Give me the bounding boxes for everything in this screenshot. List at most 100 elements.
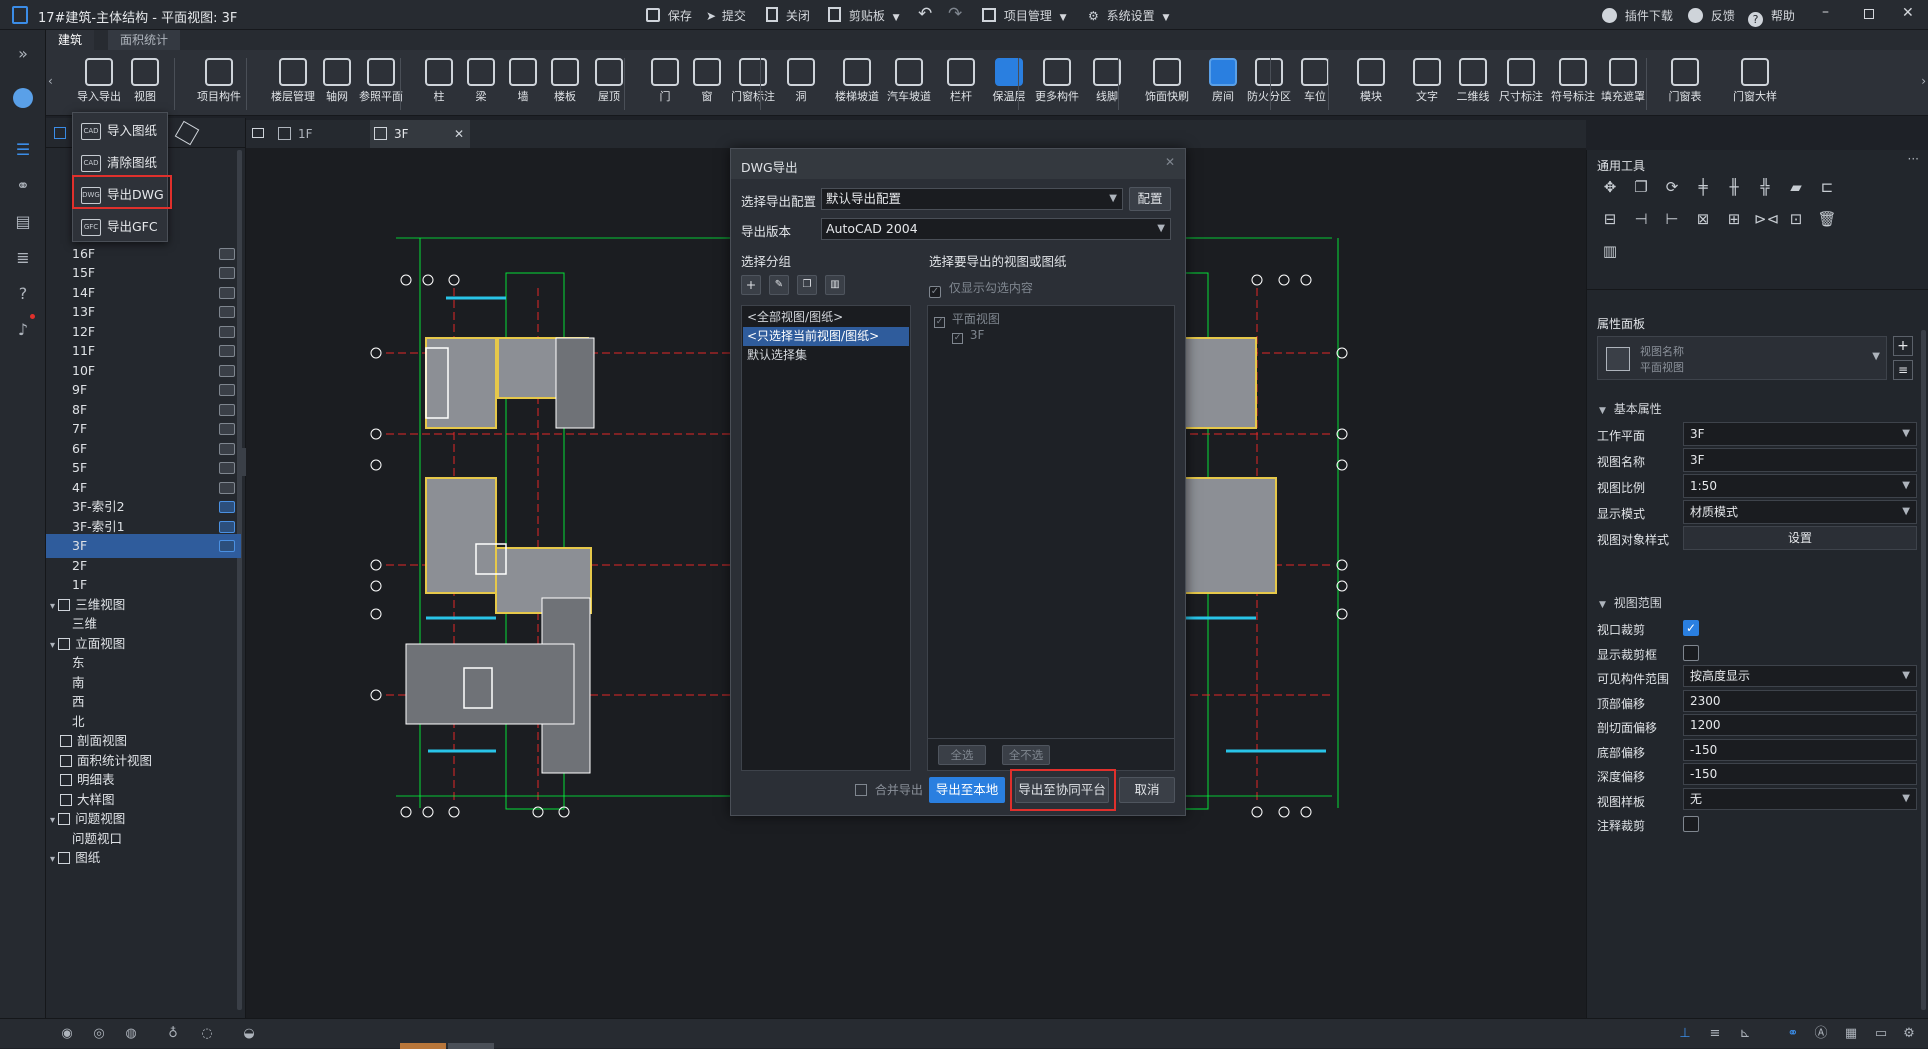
ribbon-railing-button[interactable]: 栏杆 (936, 54, 986, 114)
view-range-header[interactable]: ▼ 视图范围 (1599, 594, 1662, 611)
maximize-button[interactable] (1864, 9, 1874, 19)
group-item-current[interactable]: <只选择当前视图/图纸> (743, 327, 909, 346)
doc-tab-1f[interactable]: 1F (274, 120, 354, 148)
ribbon-parking-button[interactable]: 车位 (1290, 54, 1340, 114)
rotate-icon[interactable]: ⟳ (1661, 176, 1683, 198)
range-field-7[interactable]: 无 ▼ (1683, 787, 1917, 810)
ribbon-project-component-button[interactable]: 项目构件 (194, 54, 244, 114)
ribbon-reference-plane-button[interactable]: 参照平面 (356, 54, 406, 114)
ribbon-door-window-schedule-button[interactable]: 门窗表 (1660, 54, 1710, 114)
move-icon[interactable]: ✥ (1599, 176, 1621, 198)
tab-area-statistics[interactable]: 面积统计 (108, 30, 181, 50)
offset-icon[interactable]: ╬ (1754, 176, 1776, 198)
cube-view-icon[interactable] (174, 120, 200, 146)
range-field-4[interactable]: 1200 (1683, 714, 1917, 736)
help-circle-icon[interactable]: ? (11, 282, 35, 306)
ribbon-stair-ramp-button[interactable]: 楼梯坡道 (832, 54, 882, 114)
prop-field-2[interactable]: 1:50 ▼ (1683, 474, 1917, 498)
prop-field-3[interactable]: 材质模式 ▼ (1683, 500, 1917, 524)
ribbon-door-window-detail-button[interactable]: 门窗大样 (1730, 54, 1780, 114)
tree-group-drawings[interactable]: ▾ 图纸 (46, 846, 241, 870)
add-view-button[interactable]: + (1893, 336, 1913, 356)
copy-icon[interactable]: ❐ (1630, 176, 1652, 198)
isolate-icon[interactable]: ◍ (122, 1025, 140, 1043)
array-icon[interactable]: ⊟ (1599, 208, 1621, 230)
folder-icon[interactable]: ▤ (11, 210, 35, 234)
import-drawing-item[interactable]: CAD 导入图纸 (75, 116, 167, 146)
list-icon[interactable]: ≣ (11, 246, 35, 270)
only-checked-toggle[interactable]: ✓ 仅显示勾选内容 (929, 279, 1033, 298)
group-item-all[interactable]: <全部视图/图纸> (743, 308, 909, 327)
match-icon[interactable]: ⊏ (1816, 176, 1838, 198)
ribbon-text-button[interactable]: 文字 (1402, 54, 1452, 114)
measure-icon[interactable]: ⊾ (1736, 1025, 1754, 1043)
trim-icon[interactable]: ⊣ (1630, 208, 1652, 230)
view-type-selector[interactable]: 视图名称 平面视图 ▼ (1597, 336, 1887, 380)
ribbon-fire-zone-button[interactable]: 防火分区 (1244, 54, 1294, 114)
mirror-icon[interactable]: ⊠ (1692, 208, 1714, 230)
ribbon-opening-button[interactable]: 洞 (776, 54, 826, 114)
grid-display-icon[interactable]: ▦ (1842, 1025, 1860, 1043)
axis-toggle-icon[interactable]: ⊥ (1676, 1025, 1694, 1043)
version-select[interactable]: AutoCAD 2004 ▼ (821, 218, 1171, 240)
cancel-button[interactable]: 取消 (1119, 777, 1175, 803)
ribbon-axis-grid-button[interactable]: 轴网 (312, 54, 362, 114)
window-icon[interactable]: ▭ (1872, 1025, 1890, 1043)
ruler-icon[interactable]: ▥ (1599, 240, 1621, 262)
view-list-button[interactable]: ≡ (1893, 360, 1913, 380)
light-icon[interactable]: ♁ (164, 1025, 182, 1043)
help-button[interactable]: ? 帮助 (1748, 7, 1795, 27)
project-management-menu[interactable]: 项目管理 ▼ (982, 7, 1067, 24)
minimize-button[interactable]: – (1822, 4, 1829, 20)
ribbon-car-ramp-button[interactable]: 汽车坡道 (884, 54, 934, 114)
visibility-icon[interactable]: ◌ (198, 1025, 216, 1043)
tree-node-3f[interactable]: ✓ 3F (952, 328, 984, 344)
save-button[interactable]: 保存 (646, 7, 692, 24)
tab-list-icon[interactable] (252, 128, 264, 138)
split-icon[interactable]: ╫ (1723, 176, 1745, 198)
prop-field-0[interactable]: 3F ▼ (1683, 422, 1917, 446)
align-icon[interactable]: ╪ (1692, 176, 1714, 198)
clipboard-menu[interactable]: 剪贴板 ▼ (828, 7, 900, 24)
tree-node-plan-views[interactable]: ✓ 平面视图 (934, 310, 1000, 328)
ribbon-cad-import-export-button[interactable]: 导入导出 (74, 54, 124, 114)
delete-icon[interactable]: 🗑 (1816, 208, 1838, 230)
tab-architecture[interactable]: 建筑 (46, 30, 95, 50)
copy-group-button[interactable]: ❐ (797, 275, 817, 295)
user-avatar[interactable] (13, 88, 33, 108)
submit-button[interactable]: ➤ 提交 (706, 7, 746, 24)
ribbon-more-components-button[interactable]: 更多构件 (1032, 54, 1082, 114)
plugin-download-button[interactable]: 插件下载 (1602, 7, 1673, 24)
feedback-button[interactable]: 反馈 (1688, 7, 1735, 24)
right-panel-scrollbar[interactable] (1921, 330, 1926, 1010)
undo-button[interactable]: ↶ (918, 4, 932, 24)
expand-rail-icon[interactable]: » (11, 42, 35, 66)
range-checkbox-8[interactable] (1683, 816, 1699, 832)
link-icon[interactable]: ⚭ (11, 174, 35, 198)
ribbon-scroll-left[interactable]: ‹ (48, 74, 53, 88)
ribbon-module-button[interactable]: 模块 (1346, 54, 1396, 114)
group-item-default[interactable]: 默认选择集 (743, 346, 909, 365)
dialog-close-icon[interactable]: ✕ (1165, 155, 1175, 169)
annotation-icon[interactable]: Ⓐ (1812, 1025, 1830, 1043)
panel-toggle-icon[interactable] (54, 127, 66, 139)
close-window-button[interactable]: ✕ (1902, 5, 1914, 21)
render-icon[interactable]: ◒ (240, 1025, 258, 1043)
ribbon-scroll-right[interactable]: › (1921, 74, 1926, 88)
merge-export-toggle[interactable]: 合并导出 (855, 781, 923, 798)
paint-icon[interactable]: ▰ (1785, 176, 1807, 198)
close-tab-icon[interactable]: ✕ (454, 120, 464, 148)
range-checkbox-0[interactable]: ✓ (1683, 620, 1699, 636)
eye-icon[interactable]: ◉ (58, 1025, 76, 1043)
ribbon-insulation-button[interactable]: 保温层 (984, 54, 1034, 114)
clear-drawing-item[interactable]: CAD 清除图纸 (75, 148, 167, 178)
ribbon-slab-button[interactable]: 楼板 (540, 54, 590, 114)
layers-icon[interactable]: ☰ (11, 138, 35, 162)
export-gfc-item[interactable]: GFC 导出GFC (75, 212, 167, 242)
ribbon-window-button[interactable]: 窗 (682, 54, 732, 114)
edit-group-button[interactable]: ✎ (769, 275, 789, 295)
ribbon-finish-brush-button[interactable]: 饰面快刷 (1142, 54, 1192, 114)
flip-icon[interactable]: ⊳⊲ (1754, 208, 1779, 230)
more-options-icon[interactable]: ··· (1908, 152, 1919, 166)
prop-field-1[interactable]: 3F (1683, 448, 1917, 472)
